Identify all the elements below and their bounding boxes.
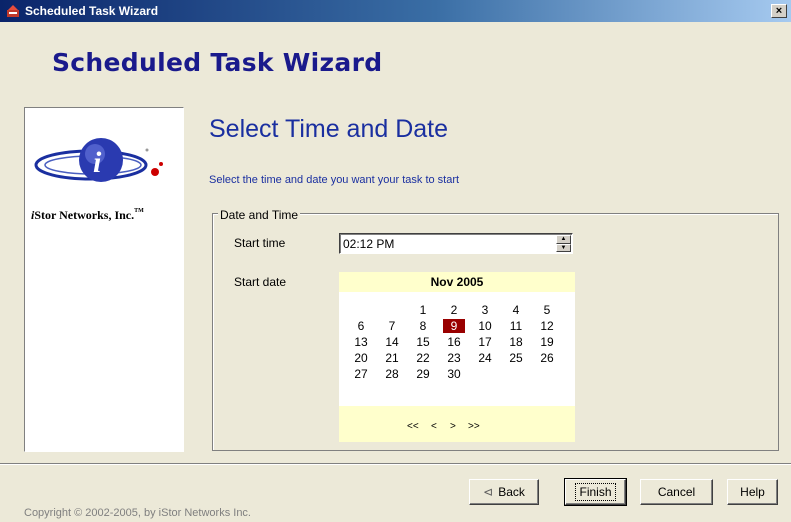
calendar-day[interactable]: 21 bbox=[382, 351, 402, 365]
help-button[interactable]: Help bbox=[727, 479, 778, 505]
time-spinner[interactable]: ▲ ▼ bbox=[556, 235, 571, 252]
calendar-day-selected[interactable]: 9 bbox=[443, 319, 465, 333]
back-arrow-icon: ⊲ bbox=[483, 485, 494, 499]
window-title: Scheduled Task Wizard bbox=[25, 4, 159, 18]
calendar-day[interactable]: 7 bbox=[382, 319, 402, 333]
start-time-label: Start time bbox=[234, 236, 286, 250]
calendar-month-year: Nov 2005 bbox=[339, 272, 575, 292]
calendar-day[interactable]: 5 bbox=[537, 303, 557, 317]
istor-logo-icon: i bbox=[34, 138, 163, 182]
calendar-day[interactable]: 1 bbox=[413, 303, 433, 317]
calendar-day[interactable]: 16 bbox=[444, 335, 464, 349]
calendar-day[interactable]: 23 bbox=[444, 351, 464, 365]
date-time-legend: Date and Time bbox=[218, 208, 301, 222]
spin-up-button[interactable]: ▲ bbox=[556, 235, 571, 244]
calendar-day[interactable]: 19 bbox=[537, 335, 557, 349]
calendar-day[interactable]: 26 bbox=[537, 351, 557, 365]
calendar-day[interactable]: 20 bbox=[351, 351, 371, 365]
calendar-day[interactable]: 17 bbox=[475, 335, 495, 349]
calendar-nav: << < > >> bbox=[339, 406, 575, 442]
cancel-button[interactable]: Cancel bbox=[640, 479, 713, 505]
calendar-day[interactable]: 2 bbox=[444, 303, 464, 317]
calendar-day[interactable]: 8 bbox=[413, 319, 433, 333]
calendar: Nov 2005 1 2 3 4 5 6 7 8 9 10 11 12 13 14 15 16 17 18 19 20… bbox=[339, 272, 575, 442]
prev-month-button[interactable]: < bbox=[431, 421, 437, 432]
calendar-day[interactable]: 25 bbox=[506, 351, 526, 365]
start-time-input[interactable]: 02:12 PM ▲ ▼ bbox=[339, 233, 573, 254]
calendar-day[interactable]: 14 bbox=[382, 335, 402, 349]
calendar-day[interactable]: 29 bbox=[413, 367, 433, 381]
calendar-day[interactable]: 18 bbox=[506, 335, 526, 349]
svg-text:i: i bbox=[93, 146, 102, 179]
logo-panel: i iStor Networks, Inc.TM bbox=[24, 107, 184, 452]
back-button[interactable]: ⊲ Back bbox=[469, 479, 539, 505]
back-label: Back bbox=[498, 485, 525, 499]
start-time-value: 02:12 PM bbox=[343, 237, 395, 251]
footer-separator bbox=[0, 463, 791, 465]
calendar-day[interactable]: 15 bbox=[413, 335, 433, 349]
company-name: iStor Networks, Inc.TM bbox=[31, 208, 144, 222]
finish-label: Finish bbox=[575, 483, 616, 501]
page-heading: Select Time and Date bbox=[209, 115, 449, 143]
calendar-day[interactable]: 11 bbox=[506, 319, 526, 333]
wizard-banner-title: Scheduled Task Wizard bbox=[52, 48, 383, 77]
close-button[interactable]: × bbox=[771, 4, 787, 18]
calendar-day[interactable]: 4 bbox=[506, 303, 526, 317]
calendar-day[interactable]: 6 bbox=[351, 319, 371, 333]
help-label: Help bbox=[740, 485, 765, 499]
calendar-day[interactable]: 10 bbox=[475, 319, 495, 333]
calendar-day[interactable]: 13 bbox=[351, 335, 371, 349]
next-month-button[interactable]: > bbox=[450, 421, 456, 432]
start-date-label: Start date bbox=[234, 275, 287, 289]
cancel-label: Cancel bbox=[657, 485, 696, 499]
finish-button[interactable]: Finish bbox=[564, 478, 627, 506]
calendar-day[interactable]: 30 bbox=[444, 367, 464, 381]
app-icon bbox=[6, 4, 20, 18]
next-year-button[interactable]: >> bbox=[468, 421, 480, 432]
calendar-day[interactable]: 12 bbox=[537, 319, 557, 333]
prev-year-button[interactable]: << bbox=[407, 421, 419, 432]
title-bar: Scheduled Task Wizard × bbox=[0, 0, 791, 22]
instruction-text: Select the time and date you want your t… bbox=[209, 174, 460, 186]
calendar-day[interactable]: 24 bbox=[475, 351, 495, 365]
spin-down-button[interactable]: ▼ bbox=[556, 243, 571, 252]
calendar-day[interactable]: 22 bbox=[413, 351, 433, 365]
calendar-day[interactable]: 28 bbox=[382, 367, 402, 381]
copyright-text: Copyright © 2002-2005, by iStor Networks… bbox=[24, 507, 251, 519]
calendar-day[interactable]: 3 bbox=[475, 303, 495, 317]
calendar-day[interactable]: 27 bbox=[351, 367, 371, 381]
